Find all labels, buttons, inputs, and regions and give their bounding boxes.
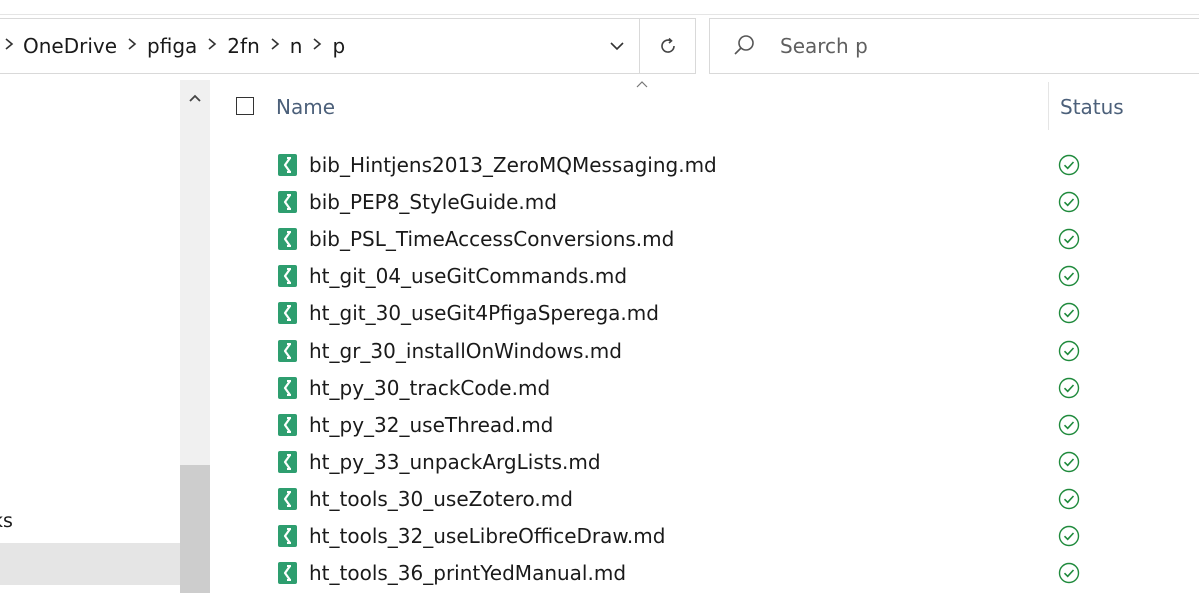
file-row[interactable]: ht_py_30_trackCode.md (220, 370, 1199, 407)
file-name: bib_Hintjens2013_ZeroMQMessaging.md (309, 153, 717, 177)
chevron-right-icon[interactable] (264, 37, 286, 55)
markdown-file-icon (278, 487, 297, 510)
synced-checkmark-icon (1058, 525, 1080, 547)
sort-ascending-icon (636, 81, 648, 88)
synced-checkmark-icon (1058, 488, 1080, 510)
file-name: bib_PEP8_StyleGuide.md (309, 190, 557, 215)
markdown-file-icon (278, 339, 297, 362)
synced-checkmark-icon (1058, 340, 1080, 361)
synced-checkmark-icon (1058, 377, 1080, 398)
file-row[interactable]: ht_tools_36_printYedManual.md (220, 555, 1199, 592)
file-name: ht_py_30_trackCode.md (309, 375, 551, 400)
markdown-file-icon (278, 450, 297, 473)
file-row[interactable]: ht_py_32_useThread.md (220, 407, 1199, 444)
file-row[interactable]: ht_py_33_unpackArgLists.md (220, 444, 1199, 481)
chevron-right-icon[interactable] (201, 37, 223, 55)
select-all-checkbox[interactable] (236, 97, 254, 115)
scrollbar-thumb[interactable] (180, 465, 210, 593)
chevron-right-icon[interactable] (0, 37, 19, 55)
chevron-up-icon (189, 94, 201, 102)
synced-checkmark-icon (1058, 414, 1080, 435)
navigation-pane (0, 80, 180, 593)
column-divider[interactable] (1048, 82, 1049, 130)
column-header-name[interactable]: Name (276, 95, 335, 119)
search-icon (734, 35, 754, 55)
markdown-file-icon (278, 154, 297, 176)
address-bar[interactable]: OneDrive pfiga 2fn n p (0, 18, 696, 74)
file-name: ht_gr_30_installOnWindows.md (309, 338, 622, 363)
column-header-status[interactable]: Status (1060, 95, 1124, 119)
breadcrumb-item-n[interactable]: n (286, 34, 307, 58)
breadcrumb-item-p[interactable]: p (328, 34, 349, 58)
window-top-strip (0, 0, 1199, 15)
file-row[interactable]: ht_tools_30_useZotero.md (220, 481, 1199, 518)
file-row[interactable]: ht_gr_30_installOnWindows.md (220, 333, 1199, 370)
scroll-up-button[interactable] (180, 80, 210, 116)
file-row[interactable]: ht_git_30_useGit4PfigaSperega.md (220, 295, 1199, 332)
synced-checkmark-icon (1058, 228, 1080, 250)
file-name: ht_tools_32_useLibreOfficeDraw.md (309, 524, 666, 548)
breadcrumb-item-onedrive[interactable]: OneDrive (19, 34, 121, 58)
search-box[interactable]: Search p (709, 18, 1199, 74)
file-name: ht_tools_36_printYedManual.md (309, 561, 627, 586)
file-name: ht_git_30_useGit4PfigaSperega.md (309, 301, 659, 326)
search-input[interactable]: Search p (780, 34, 868, 58)
file-name: ht_tools_30_useZotero.md (309, 486, 573, 511)
markdown-file-icon (278, 302, 297, 325)
refresh-button[interactable] (639, 19, 696, 73)
breadcrumb-item-pfiga[interactable]: pfiga (143, 34, 201, 58)
file-row[interactable]: ht_tools_32_useLibreOfficeDraw.md (220, 518, 1199, 555)
chevron-down-icon (610, 42, 624, 51)
markdown-file-icon (278, 413, 297, 436)
breadcrumb-item-2fn[interactable]: 2fn (223, 34, 263, 58)
synced-checkmark-icon (1058, 451, 1080, 472)
chevron-right-icon[interactable] (306, 37, 328, 55)
nav-item-partial[interactable]: ks (0, 510, 13, 532)
file-row[interactable]: bib_Hintjens2013_ZeroMQMessaging.md (220, 147, 1199, 184)
file-name: ht_py_32_useThread.md (309, 412, 554, 437)
file-name: ht_py_33_unpackArgLists.md (309, 449, 601, 474)
file-name: ht_git_04_useGitCommands.md (309, 264, 628, 289)
markdown-file-icon (278, 191, 297, 214)
file-name: bib_PSL_TimeAccessConversions.md (309, 227, 675, 252)
refresh-icon (661, 37, 675, 53)
markdown-file-icon (278, 562, 297, 585)
breadcrumb: OneDrive pfiga 2fn n p (0, 19, 349, 73)
address-history-button[interactable] (596, 19, 638, 73)
synced-checkmark-icon (1058, 154, 1080, 176)
markdown-file-icon (278, 525, 297, 547)
file-row[interactable]: ht_git_04_useGitCommands.md (220, 258, 1199, 295)
synced-checkmark-icon (1058, 266, 1080, 287)
synced-checkmark-icon (1058, 191, 1080, 213)
file-row[interactable]: bib_PSL_TimeAccessConversions.md (220, 221, 1199, 258)
markdown-file-icon (278, 228, 297, 251)
markdown-file-icon (278, 265, 297, 288)
file-row[interactable]: bib_PEP8_StyleGuide.md (220, 184, 1199, 221)
synced-checkmark-icon (1058, 562, 1080, 584)
markdown-file-icon (278, 376, 297, 399)
synced-checkmark-icon (1058, 303, 1080, 324)
nav-scrollbar[interactable] (180, 80, 210, 593)
chevron-right-icon[interactable] (121, 37, 143, 55)
nav-item-selected[interactable] (0, 543, 180, 585)
